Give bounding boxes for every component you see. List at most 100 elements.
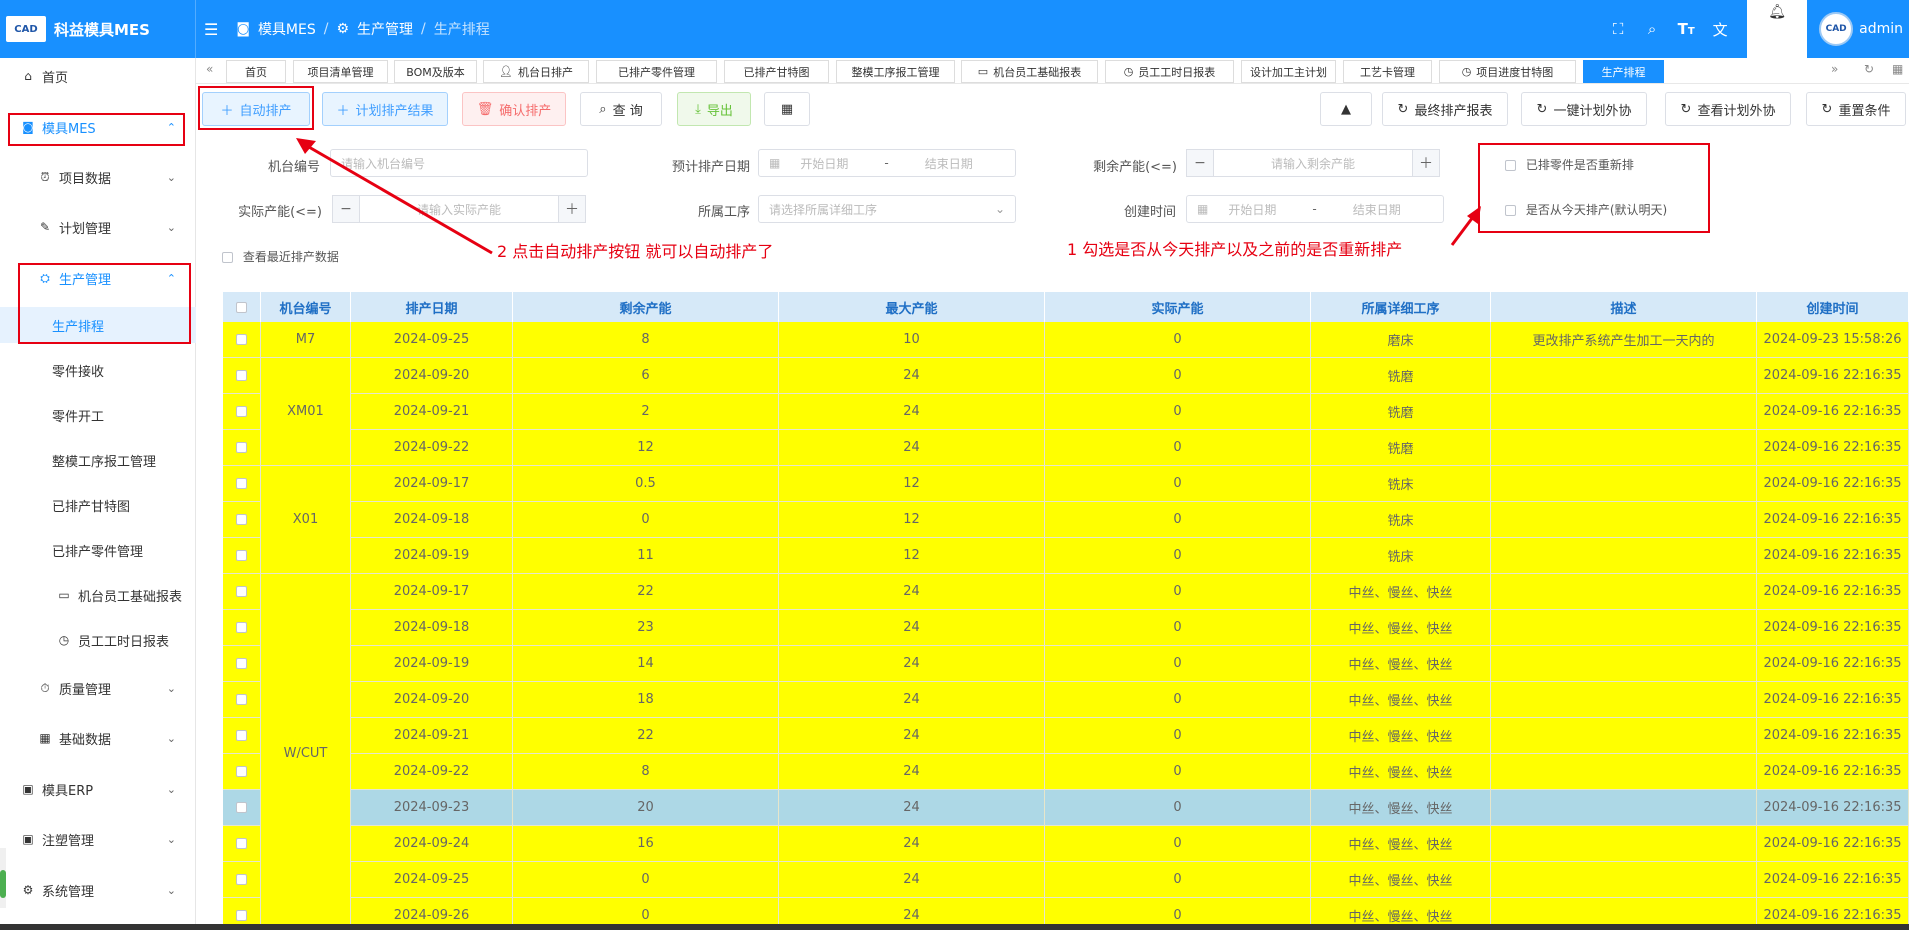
table-cell: 0: [513, 862, 779, 898]
table-cell: [1491, 574, 1757, 610]
table-cell: [1491, 826, 1757, 862]
arrow-auto-schedule: [301, 141, 493, 255]
checkbox[interactable]: [236, 550, 247, 561]
table-cell: 中丝、慢丝、快丝: [1311, 754, 1491, 790]
row-select[interactable]: [223, 826, 261, 862]
row-select[interactable]: [223, 574, 261, 610]
checkbox[interactable]: [236, 658, 247, 669]
table-cell: 2024-09-18: [351, 610, 513, 646]
table-cell: 2024-09-20: [351, 682, 513, 718]
checkbox[interactable]: [236, 334, 247, 345]
table-cell: 2024-09-19: [351, 538, 513, 574]
column-header[interactable]: 机台编号: [261, 292, 351, 322]
table-cell: 2024-09-20: [351, 358, 513, 394]
row-select[interactable]: [223, 682, 261, 718]
table-cell: 24: [779, 610, 1045, 646]
table-cell: 铣床: [1311, 502, 1491, 538]
checkbox[interactable]: [236, 301, 247, 313]
machine-cell: W/CUT: [261, 574, 351, 924]
checkbox[interactable]: [236, 730, 247, 741]
table-cell: 6: [513, 358, 779, 394]
table-cell: 中丝、慢丝、快丝: [1311, 646, 1491, 682]
table-cell: 14: [513, 646, 779, 682]
table-cell: 0: [1045, 430, 1311, 466]
table-cell: 12: [779, 538, 1045, 574]
table-cell: 2024-09-16 22:16:35: [1757, 502, 1909, 538]
table-cell: [1491, 358, 1757, 394]
table-cell: 24: [779, 682, 1045, 718]
row-select[interactable]: [223, 718, 261, 754]
table-cell: 2: [513, 394, 779, 430]
column-header[interactable]: 描述: [1491, 292, 1757, 322]
row-select[interactable]: [223, 466, 261, 502]
table-cell: 2024-09-16 22:16:35: [1757, 430, 1909, 466]
checkbox[interactable]: [236, 694, 247, 705]
row-select[interactable]: [223, 502, 261, 538]
row-select[interactable]: [223, 898, 261, 924]
checkbox[interactable]: [236, 766, 247, 777]
table-cell: 0.5: [513, 466, 779, 502]
checkbox[interactable]: [236, 478, 247, 489]
table-cell: 2024-09-24: [351, 826, 513, 862]
table-cell: 2024-09-18: [351, 502, 513, 538]
table-cell: [1491, 682, 1757, 718]
column-header[interactable]: 所属详细工序: [1311, 292, 1491, 322]
table-cell: 24: [779, 718, 1045, 754]
row-select[interactable]: [223, 646, 261, 682]
table-cell: 2024-09-23 15:58:26: [1757, 322, 1909, 358]
checkbox[interactable]: [236, 874, 247, 885]
checkbox[interactable]: [236, 838, 247, 849]
table-cell: 8: [513, 322, 779, 358]
checkbox[interactable]: [236, 910, 247, 921]
checkbox[interactable]: [236, 514, 247, 525]
table-cell: 2024-09-17: [351, 466, 513, 502]
row-select[interactable]: [223, 430, 261, 466]
table-cell: 0: [1045, 790, 1311, 826]
row-select[interactable]: [223, 754, 261, 790]
row-select[interactable]: [223, 862, 261, 898]
table-cell: 2024-09-26: [351, 898, 513, 924]
table-cell: [1491, 430, 1757, 466]
table-cell: 铣磨: [1311, 394, 1491, 430]
checkbox[interactable]: [236, 406, 247, 417]
column-header[interactable]: 最大产能: [779, 292, 1045, 322]
table-cell: 中丝、慢丝、快丝: [1311, 790, 1491, 826]
table-cell: 铣床: [1311, 466, 1491, 502]
row-select[interactable]: [223, 358, 261, 394]
table-cell: 中丝、慢丝、快丝: [1311, 682, 1491, 718]
checkbox[interactable]: [236, 622, 247, 633]
column-header[interactable]: 实际产能: [1045, 292, 1311, 322]
header-select-all[interactable]: [223, 292, 261, 322]
checkbox[interactable]: [236, 586, 247, 597]
table-cell: [1491, 718, 1757, 754]
table-cell: [1491, 466, 1757, 502]
table-cell: [1491, 502, 1757, 538]
table-cell: 0: [1045, 358, 1311, 394]
machine-cell: M7: [261, 322, 351, 358]
table-cell: [1491, 790, 1757, 826]
table-cell: 0: [1045, 862, 1311, 898]
page: CAD 科益模具MES ☰ ◙ 模具MES / ⚙ 生产管理 / 生产排程 ⛶ …: [0, 0, 1909, 930]
table-cell: 铣磨: [1311, 430, 1491, 466]
table-cell: 2024-09-16 22:16:35: [1757, 394, 1909, 430]
column-header[interactable]: 排产日期: [351, 292, 513, 322]
column-header[interactable]: 创建时间: [1757, 292, 1909, 322]
row-select[interactable]: [223, 610, 261, 646]
checkbox[interactable]: [236, 442, 247, 453]
row-select[interactable]: [223, 322, 261, 358]
row-select[interactable]: [223, 538, 261, 574]
checkbox[interactable]: [236, 370, 247, 381]
table-cell: 0: [1045, 646, 1311, 682]
table-cell: 24: [779, 790, 1045, 826]
row-select[interactable]: [223, 394, 261, 430]
table-cell: 2024-09-16 22:16:35: [1757, 358, 1909, 394]
table-cell: 10: [779, 322, 1045, 358]
table-cell: 23: [513, 610, 779, 646]
row-select[interactable]: [223, 790, 261, 826]
column-header[interactable]: 剩余产能: [513, 292, 779, 322]
table-cell: 12: [779, 502, 1045, 538]
table-cell: 24: [779, 646, 1045, 682]
table-cell: 0: [513, 898, 779, 924]
table-cell: 2024-09-16 22:16:35: [1757, 898, 1909, 924]
checkbox[interactable]: [236, 802, 247, 813]
